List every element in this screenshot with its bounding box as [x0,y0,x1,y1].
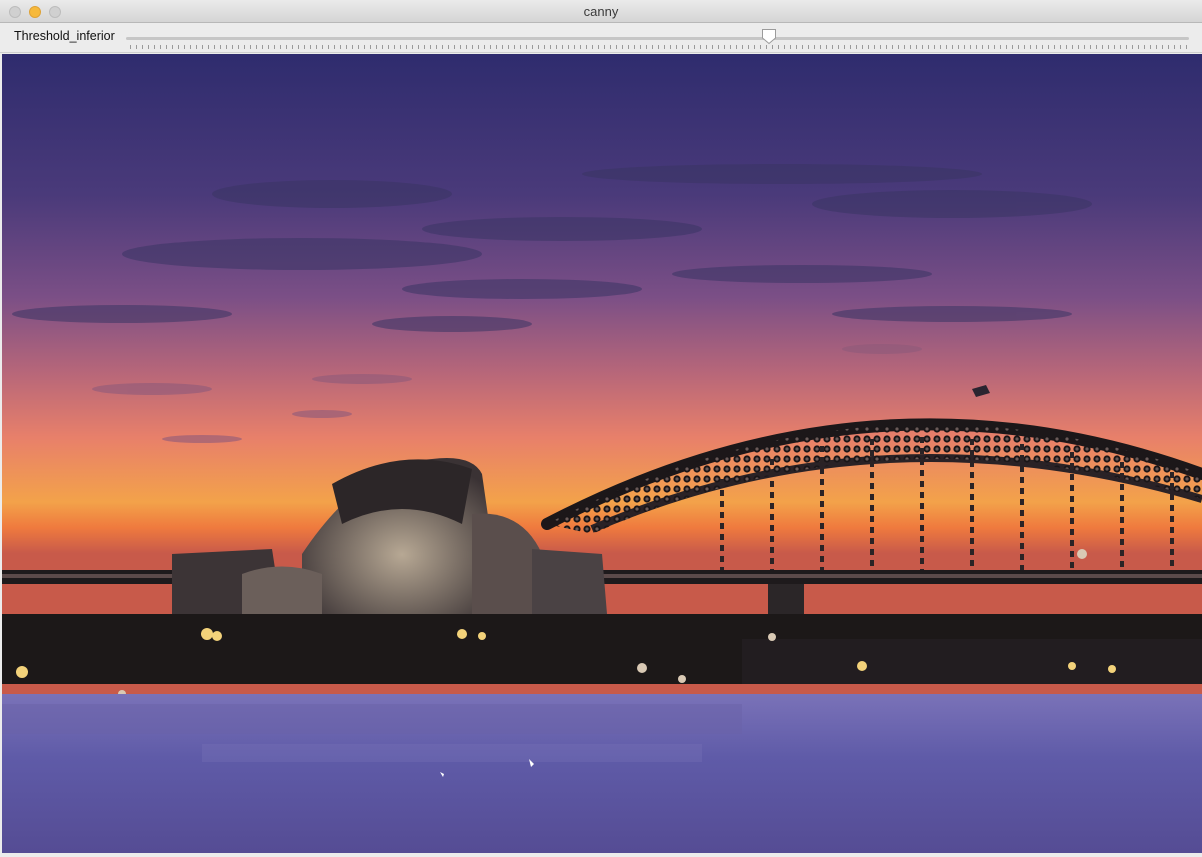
trackbar-panel: Threshold_inferior [0,23,1202,53]
threshold-slider[interactable] [126,28,1189,50]
slider-thumb[interactable] [761,28,777,45]
app-window: canny Threshold_inferior [0,0,1202,857]
title-bar[interactable]: canny [0,0,1202,23]
window-title: canny [583,4,619,19]
trackbar-label: Threshold_inferior [14,29,115,43]
slider-track[interactable] [126,37,1189,40]
image-canvas [2,54,1202,853]
harbour-image [2,54,1202,853]
slider-ticks [130,45,1189,49]
